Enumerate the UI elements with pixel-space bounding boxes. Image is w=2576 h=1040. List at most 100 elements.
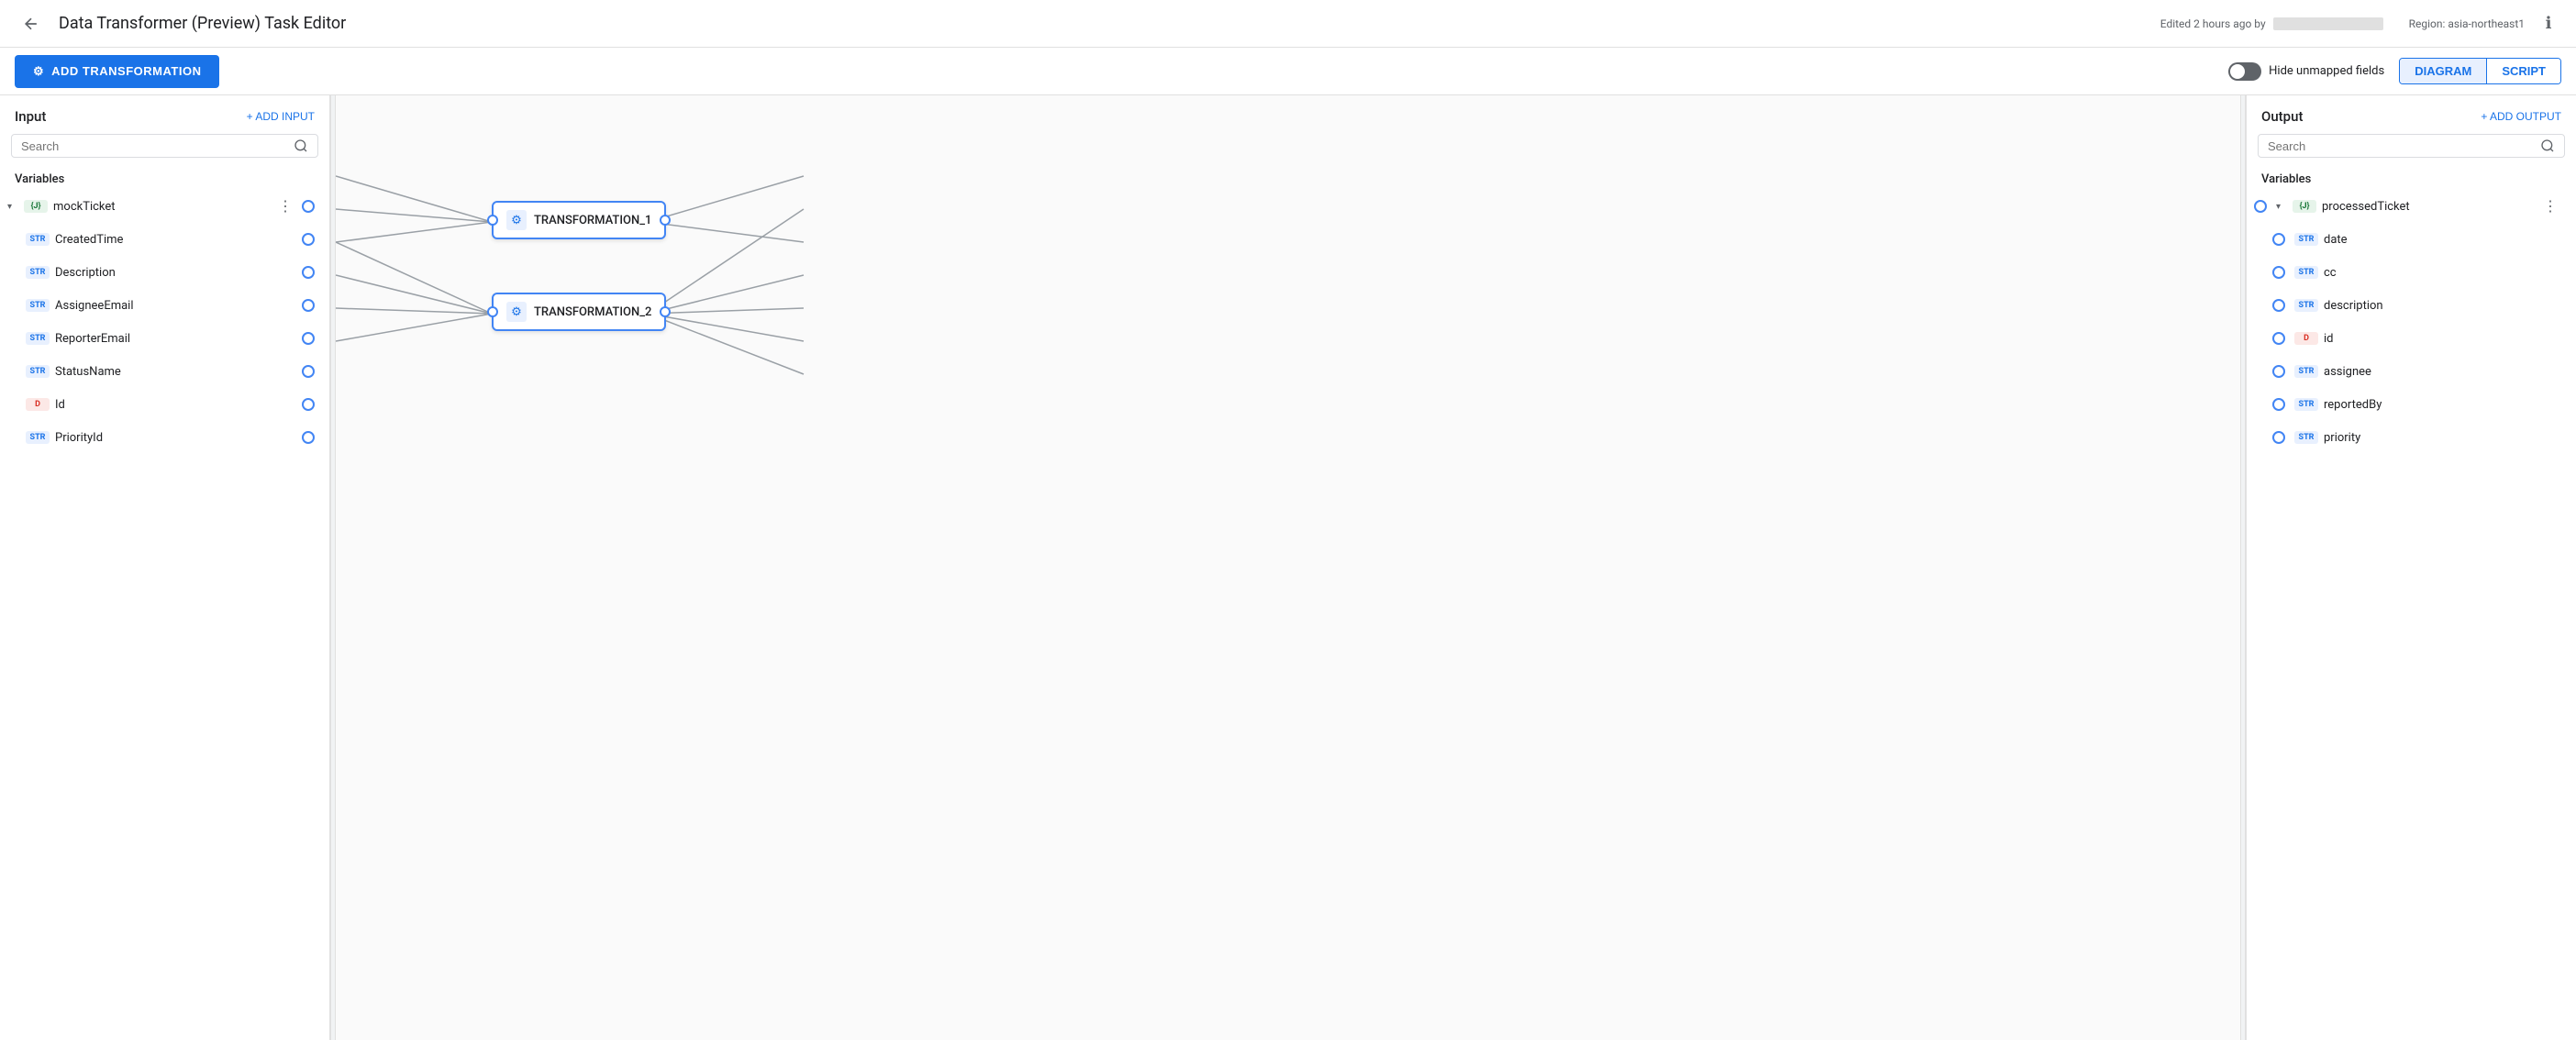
- type-badge: STR: [2294, 266, 2318, 279]
- type-badge: D: [26, 398, 50, 411]
- connector-dot-left[interactable]: [2272, 266, 2285, 279]
- page-title: Data Transformer (Preview) Task Editor: [59, 14, 2149, 33]
- var-name: priority: [2324, 431, 2561, 445]
- output-panel-title: Output: [2261, 108, 2473, 125]
- var-name: id: [2324, 332, 2561, 346]
- transformation-2-node[interactable]: ⚙ TRANSFORMATION_2: [492, 293, 666, 331]
- variable-row-processedticket[interactable]: ▾ {J} processedTicket ⋮: [2247, 190, 2576, 223]
- type-badge: STR: [26, 332, 50, 345]
- connector-dot-left[interactable]: [2272, 299, 2285, 312]
- connector-dot[interactable]: [302, 233, 315, 246]
- var-name: PriorityId: [55, 431, 296, 445]
- variable-row-cc[interactable]: STR cc: [2247, 256, 2576, 289]
- add-transformation-label: ADD TRANSFORMATION: [51, 64, 201, 78]
- connector-dot-left[interactable]: [2272, 332, 2285, 345]
- output-search-input[interactable]: [2268, 139, 2535, 153]
- var-name: StatusName: [55, 365, 296, 379]
- output-panel: Output + ADD OUTPUT Variables ▾ {J} proc…: [2246, 95, 2576, 1040]
- var-name: AssigneeEmail: [55, 299, 296, 313]
- transformation-2-label: TRANSFORMATION_2: [534, 305, 651, 319]
- canvas[interactable]: ⚙ TRANSFORMATION_1 ⚙ TRANSFORMATION_2: [336, 95, 2240, 1040]
- variable-row-priorityid[interactable]: STR PriorityId: [0, 421, 329, 454]
- main-content: Input + ADD INPUT Variables ▾ {J} mockTi…: [0, 95, 2576, 1040]
- variable-menu-button[interactable]: ⋮: [2539, 195, 2561, 217]
- variable-row-id[interactable]: D Id: [0, 388, 329, 421]
- variable-row-reportedby[interactable]: STR reportedBy: [2247, 388, 2576, 421]
- variable-row-output-id[interactable]: D id: [2247, 322, 2576, 355]
- connector-dot[interactable]: [302, 200, 315, 213]
- var-name: ReporterEmail: [55, 332, 296, 346]
- toolbar-right: Hide unmapped fields DIAGRAM SCRIPT: [2228, 58, 2561, 84]
- gear-icon: ⚙: [506, 210, 527, 230]
- variable-row-description[interactable]: STR Description: [0, 256, 329, 289]
- output-search-bar[interactable]: [2258, 134, 2565, 158]
- var-name: Id: [55, 398, 296, 412]
- type-badge: D: [2294, 332, 2318, 345]
- node-right-dot[interactable]: [660, 306, 671, 317]
- variable-row-priority[interactable]: STR priority: [2247, 421, 2576, 454]
- view-tabs: DIAGRAM SCRIPT: [2399, 58, 2561, 84]
- type-badge: STR: [26, 365, 50, 378]
- header: Data Transformer (Preview) Task Editor E…: [0, 0, 2576, 48]
- node-left-dot[interactable]: [487, 306, 498, 317]
- input-search-input[interactable]: [21, 139, 288, 153]
- search-icon: [2540, 138, 2555, 153]
- connector-dot[interactable]: [302, 398, 315, 411]
- connector-dot-left[interactable]: [2254, 200, 2267, 213]
- input-variables-label: Variables: [0, 167, 329, 190]
- transformation-1-node[interactable]: ⚙ TRANSFORMATION_1: [492, 201, 666, 239]
- add-input-button[interactable]: + ADD INPUT: [247, 110, 315, 123]
- node-right-dot[interactable]: [660, 215, 671, 226]
- variable-row-date[interactable]: STR date: [2247, 223, 2576, 256]
- output-panel-header: Output + ADD OUTPUT: [2247, 95, 2576, 134]
- output-variables-list: ▾ {J} processedTicket ⋮ STR date STR cc …: [2247, 190, 2576, 1040]
- search-icon: [294, 138, 308, 153]
- type-badge: STR: [2294, 365, 2318, 378]
- input-search-bar[interactable]: [11, 134, 318, 158]
- input-variables-list: ▾ {J} mockTicket ⋮ STR CreatedTime STR D…: [0, 190, 329, 1040]
- variable-row-mockticket[interactable]: ▾ {J} mockTicket ⋮: [0, 190, 329, 223]
- region-label: Region: asia-northeast1: [2409, 17, 2525, 30]
- connector-dot[interactable]: [302, 332, 315, 345]
- connector-dot-left[interactable]: [2272, 233, 2285, 246]
- connector-dot[interactable]: [302, 431, 315, 444]
- hide-unmapped-toggle[interactable]: [2228, 62, 2261, 81]
- variable-row-output-description[interactable]: STR description: [2247, 289, 2576, 322]
- back-button[interactable]: [15, 7, 48, 40]
- variable-row-statusname[interactable]: STR StatusName: [0, 355, 329, 388]
- diagram-tab[interactable]: DIAGRAM: [2400, 59, 2487, 83]
- script-tab[interactable]: SCRIPT: [2487, 59, 2560, 83]
- connector-dot-left[interactable]: [2272, 431, 2285, 444]
- input-panel: Input + ADD INPUT Variables ▾ {J} mockTi…: [0, 95, 330, 1040]
- var-name: processedTicket: [2322, 200, 2534, 214]
- header-meta: Edited 2 hours ago by: [2160, 17, 2383, 30]
- variable-row-assignee[interactable]: STR assignee: [2247, 355, 2576, 388]
- var-name: cc: [2324, 266, 2561, 280]
- add-output-button[interactable]: + ADD OUTPUT: [2481, 110, 2561, 123]
- connector-dot-left[interactable]: [2272, 398, 2285, 411]
- var-name: assignee: [2324, 365, 2561, 379]
- variable-row-createdtime[interactable]: STR CreatedTime: [0, 223, 329, 256]
- connector-dot[interactable]: [302, 299, 315, 312]
- edited-label: Edited 2 hours ago by: [2160, 17, 2266, 30]
- input-panel-header: Input + ADD INPUT: [0, 95, 329, 134]
- connector-dot[interactable]: [302, 266, 315, 279]
- chevron-down-icon: ▾: [2276, 202, 2287, 212]
- type-badge: STR: [26, 266, 50, 279]
- connector-dot-left[interactable]: [2272, 365, 2285, 378]
- info-button[interactable]: ℹ: [2536, 11, 2561, 37]
- variable-row-reporteremail[interactable]: STR ReporterEmail: [0, 322, 329, 355]
- type-badge: STR: [26, 299, 50, 312]
- node-left-dot[interactable]: [487, 215, 498, 226]
- variable-row-assigneeemail[interactable]: STR AssigneeEmail: [0, 289, 329, 322]
- add-transformation-button[interactable]: ⚙ ADD TRANSFORMATION: [15, 55, 219, 88]
- var-name: date: [2324, 233, 2561, 247]
- variable-menu-button[interactable]: ⋮: [274, 195, 296, 217]
- type-badge: {J}: [2293, 200, 2316, 213]
- type-badge: STR: [2294, 431, 2318, 444]
- input-panel-title: Input: [15, 108, 239, 125]
- hide-unmapped-label: Hide unmapped fields: [2269, 64, 2384, 78]
- gear-icon: ⚙: [506, 302, 527, 322]
- connector-dot[interactable]: [302, 365, 315, 378]
- type-badge: STR: [2294, 299, 2318, 312]
